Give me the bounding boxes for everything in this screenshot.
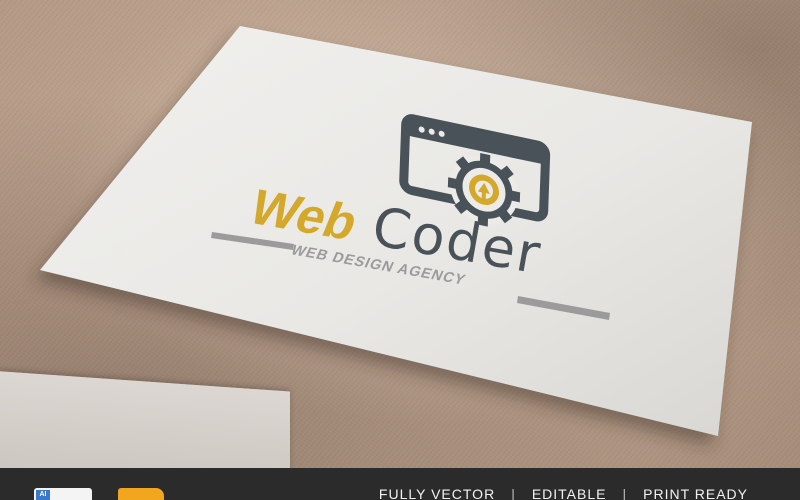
feature-print-ready: PRINT READY <box>643 486 748 500</box>
feature-editable: EDITABLE <box>531 486 607 500</box>
feature-list: FULLY VECTOR | EDITABLE | PRINT READY <box>379 486 748 500</box>
folder-icon <box>118 488 164 500</box>
feature-separator: | <box>622 486 628 500</box>
file-format-icon: AI <box>34 488 92 500</box>
mockup-scene: Web Coder WEB DESIGN AGENCY <box>0 0 800 468</box>
feature-separator: | <box>511 486 516 500</box>
business-card: Web Coder WEB DESIGN AGENCY <box>40 26 752 436</box>
feature-fully-vector: FULLY VECTOR <box>378 486 496 500</box>
feature-bar: AI FULLY VECTOR | EDITABLE | PRINT READY <box>0 468 800 500</box>
